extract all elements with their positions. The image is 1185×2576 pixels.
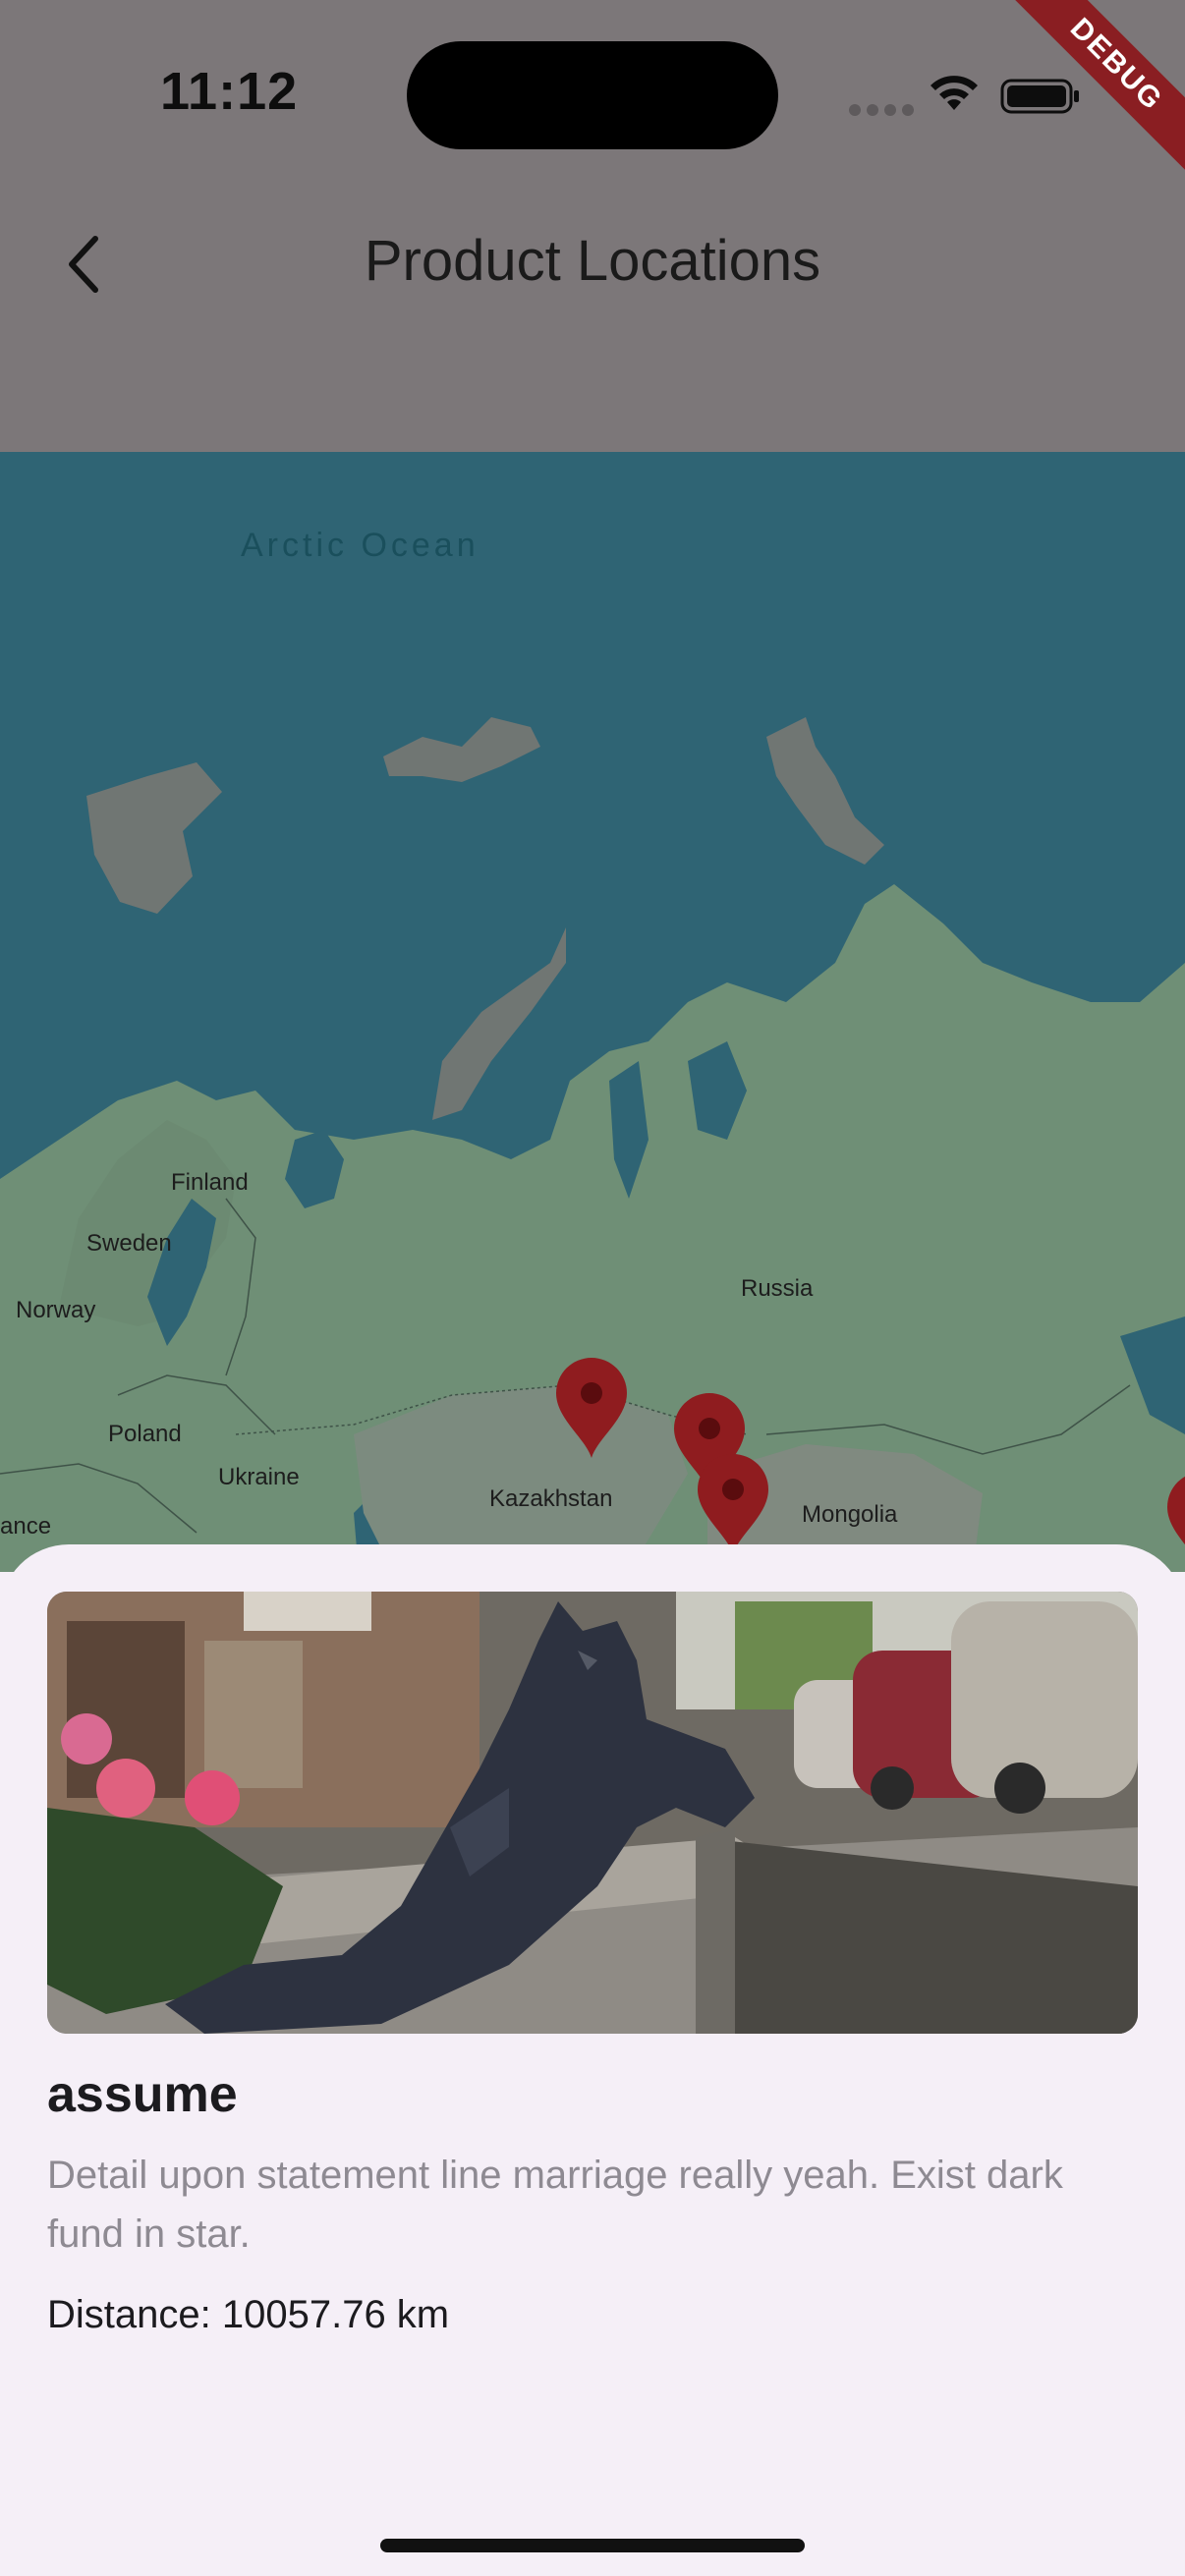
map-marker-icon[interactable]: [694, 1450, 772, 1558]
map-label-kazakhstan: Kazakhstan: [489, 1485, 613, 1512]
dynamic-island: [407, 41, 778, 149]
screen: 11:12 DEBUG Product Locations Arctic Oce…: [0, 0, 1185, 2576]
wifi-icon: [931, 76, 978, 110]
map-label-sweden: Sweden: [86, 1230, 172, 1257]
product-image: [47, 1592, 1138, 2034]
page-title: Product Locations: [364, 229, 821, 293]
map-label-norway: Norway: [16, 1297, 96, 1323]
product-description: Detail upon statement line marriage real…: [47, 2154, 1063, 2256]
home-indicator[interactable]: [380, 2539, 805, 2552]
battery-icon: [1000, 79, 1079, 114]
map-label-russia: Russia: [741, 1275, 814, 1302]
cellular-signal-icon: [849, 104, 914, 116]
map-label-mongolia: Mongolia: [802, 1501, 898, 1528]
product-bottom-sheet: assume Detail upon statement line marria…: [0, 1544, 1185, 2576]
app-bar: 11:12 DEBUG Product Locations: [0, 0, 1185, 452]
map-view[interactable]: Arctic Ocean Finland Sweden Norway Russi…: [0, 452, 1185, 1572]
map-marker-icon[interactable]: [552, 1354, 631, 1462]
map-label-ukraine: Ukraine: [218, 1464, 300, 1490]
map-marker-icon[interactable]: [1163, 1468, 1185, 1572]
status-time: 11:12: [160, 62, 299, 121]
product-photo: [47, 1592, 1138, 2034]
map-label-poland: Poland: [108, 1421, 182, 1447]
map-label-france: ance: [0, 1513, 52, 1540]
product-distance: Distance: 10057.76 km: [47, 2293, 450, 2336]
map-label-arctic-ocean: Arctic Ocean: [241, 527, 480, 564]
map-label-finland: Finland: [171, 1169, 249, 1196]
product-title: assume: [47, 2066, 238, 2123]
